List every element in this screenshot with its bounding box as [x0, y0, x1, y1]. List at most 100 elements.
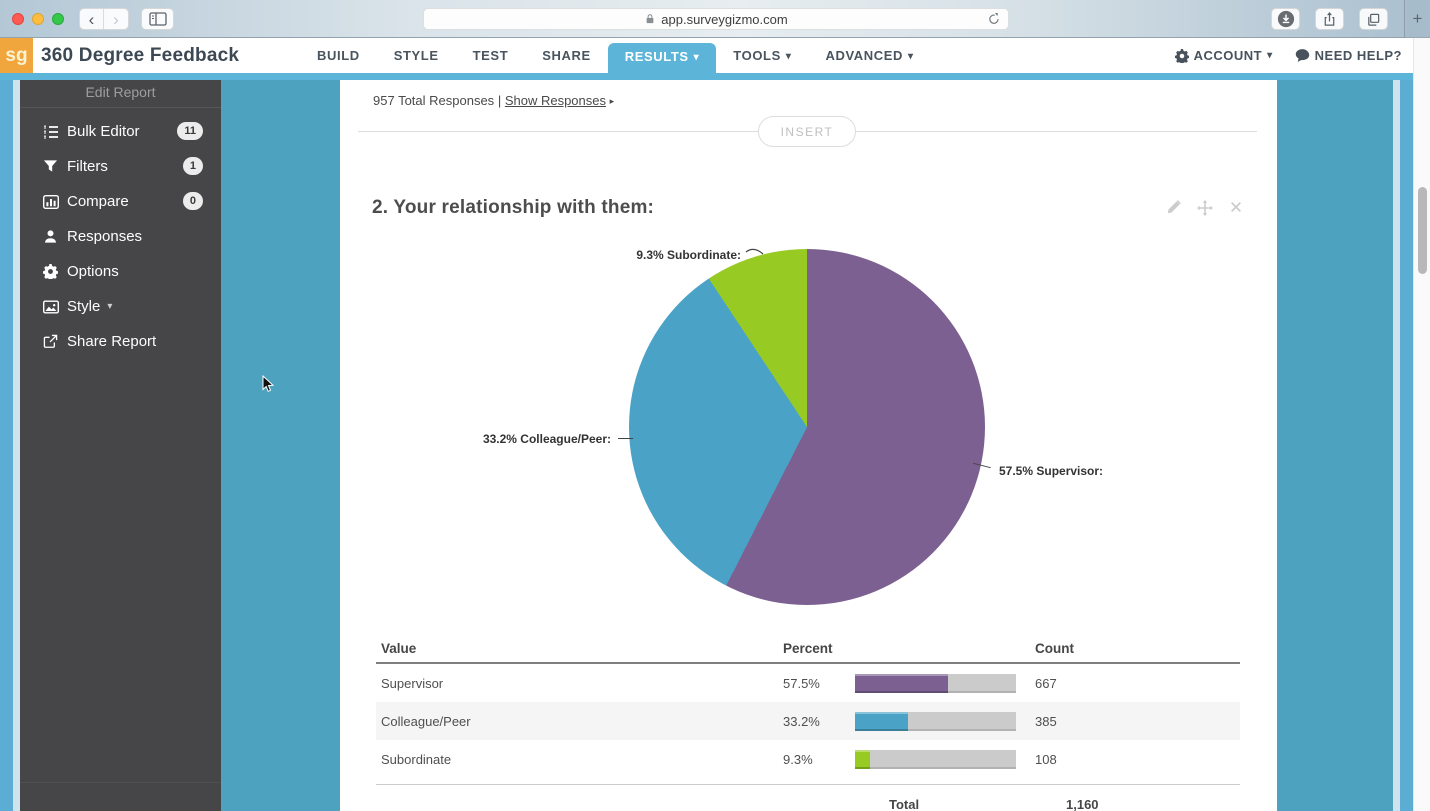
pie-label-supervisor: 57.5% Supervisor:	[999, 464, 1103, 478]
sidebar-toggle-button[interactable]	[141, 8, 174, 30]
caret-down-icon: ▾	[694, 52, 700, 63]
right-edge-strip	[1400, 80, 1413, 811]
left-edge-strip	[0, 80, 13, 811]
sidebar-item-compare[interactable]: Compare 0	[20, 184, 221, 219]
move-question-button[interactable]	[1197, 200, 1213, 216]
table-total-row: Total 1,160	[376, 784, 1240, 811]
forward-button[interactable]: ›	[104, 9, 128, 29]
browser-toolbar: ‹ › app.surveygizmo.com +	[0, 0, 1430, 38]
sidebar-item-filters[interactable]: Filters 1	[20, 149, 221, 184]
percent-bar	[855, 712, 1016, 731]
page-scrollbar[interactable]	[1413, 38, 1430, 811]
insert-button[interactable]: INSERT	[758, 116, 856, 147]
speech-bubble-icon	[1295, 48, 1310, 63]
minimize-window-button[interactable]	[32, 13, 44, 25]
gear-icon	[42, 264, 59, 279]
main-nav: BUILD STYLE TEST SHARE RESULTS▾ TOOLS▾ A…	[300, 38, 931, 73]
header-right: ACCOUNT ▾ NEED HELP?	[1175, 38, 1402, 73]
caret-down-icon: ▾	[908, 51, 914, 62]
count-badge: 11	[177, 122, 203, 140]
pie-leader-colleague	[618, 438, 633, 439]
scrollbar-thumb[interactable]	[1418, 187, 1427, 274]
question-title: 2. Your relationship with them:	[372, 197, 654, 219]
zoom-window-button[interactable]	[52, 13, 64, 25]
plus-icon: +	[1413, 9, 1423, 29]
results-table: Value Percent Count Supervisor 57.5% 667…	[376, 637, 1240, 811]
app-header: sg 360 Degree Feedback BUILD STYLE TEST …	[0, 38, 1430, 73]
table-row: Supervisor 57.5% 667	[376, 664, 1240, 702]
total-responses-text: 957 Total Responses	[373, 93, 494, 108]
table-row: Colleague/Peer 33.2% 385	[376, 702, 1240, 740]
percent-bar	[855, 750, 1016, 769]
bar-chart-icon	[42, 194, 59, 210]
arrow-right-icon: ▸	[610, 96, 615, 106]
edit-report-sidebar: Edit Report Bulk Editor 11 Filters 1 Com…	[20, 80, 221, 811]
gear-icon	[1175, 49, 1189, 63]
sidebar-item-style[interactable]: Style ▾	[20, 289, 221, 324]
new-tab-button[interactable]: +	[1404, 0, 1430, 38]
surveygizmo-logo[interactable]: sg	[0, 38, 33, 73]
tabs-icon	[1366, 12, 1381, 27]
sidebar-item-options[interactable]: Options	[20, 254, 221, 289]
nav-tools[interactable]: TOOLS▾	[716, 38, 808, 73]
responses-summary: 957 Total Responses | Show Responses ▸	[373, 93, 614, 108]
downloads-button[interactable]	[1271, 8, 1300, 30]
sidebar-bottom-divider	[20, 782, 221, 783]
filter-icon	[42, 159, 59, 174]
table-header: Value Percent Count	[376, 637, 1240, 664]
show-responses-link[interactable]: Show Responses	[505, 93, 606, 108]
nav-advanced[interactable]: ADVANCED▾	[808, 38, 930, 73]
column-header-count: Count	[1035, 641, 1074, 656]
percent-bar	[855, 674, 1016, 693]
table-row: Subordinate 9.3% 108	[376, 740, 1240, 778]
nav-results[interactable]: RESULTS▾	[608, 43, 717, 77]
lock-icon	[644, 13, 656, 25]
delete-question-button[interactable]	[1229, 200, 1243, 216]
pie-label-colleague: 33.2% Colleague/Peer:	[431, 432, 611, 446]
sidebar-title: Edit Report	[20, 80, 221, 107]
close-window-button[interactable]	[12, 13, 24, 25]
history-nav-group: ‹ ›	[79, 8, 129, 30]
survey-title: 360 Degree Feedback	[41, 45, 239, 67]
user-icon	[42, 229, 59, 244]
caret-down-icon: ▾	[1267, 50, 1273, 61]
caret-down-icon: ▾	[786, 51, 792, 62]
share-button[interactable]	[1315, 8, 1344, 30]
need-help-link[interactable]: NEED HELP?	[1295, 48, 1402, 63]
caret-down-icon: ▾	[107, 301, 112, 312]
sidebar-icon	[149, 12, 167, 26]
count-badge: 0	[183, 192, 203, 210]
nav-share[interactable]: SHARE	[525, 38, 608, 73]
account-menu[interactable]: ACCOUNT ▾	[1175, 48, 1273, 63]
ordered-list-icon	[42, 124, 59, 140]
nav-style[interactable]: STYLE	[377, 38, 456, 73]
nav-build[interactable]: BUILD	[300, 38, 377, 73]
pie-leader-subordinate	[744, 245, 766, 258]
pie-label-subordinate: 9.3% Subordinate:	[560, 248, 741, 262]
sidebar-item-bulk-editor[interactable]: Bulk Editor 11	[20, 114, 221, 149]
right-edge-highlight	[1393, 80, 1400, 811]
close-icon	[1229, 200, 1243, 214]
back-button[interactable]: ‹	[80, 9, 104, 29]
sidebar-item-share-report[interactable]: Share Report	[20, 324, 221, 359]
application-window: ‹ › app.surveygizmo.com + sg 360 Degree …	[0, 0, 1430, 811]
move-icon	[1197, 200, 1213, 216]
reload-button[interactable]	[987, 12, 1001, 29]
total-label: Total	[889, 797, 919, 811]
count-badge: 1	[183, 157, 203, 175]
nav-accent-strip	[0, 73, 1430, 80]
share-icon	[1322, 12, 1337, 27]
pie-chart	[629, 249, 985, 605]
nav-test[interactable]: TEST	[456, 38, 526, 73]
external-link-icon	[42, 334, 59, 349]
report-card: 957 Total Responses | Show Responses ▸ I…	[340, 80, 1277, 811]
download-icon	[1277, 10, 1295, 28]
address-bar[interactable]: app.surveygizmo.com	[423, 8, 1009, 30]
left-edge-highlight	[13, 80, 20, 811]
tab-overview-button[interactable]	[1359, 8, 1388, 30]
question-actions	[1166, 200, 1243, 216]
sidebar-item-responses[interactable]: Responses	[20, 219, 221, 254]
pencil-icon	[1166, 200, 1181, 215]
edit-question-button[interactable]	[1166, 200, 1181, 216]
total-value: 1,160	[1066, 797, 1099, 811]
